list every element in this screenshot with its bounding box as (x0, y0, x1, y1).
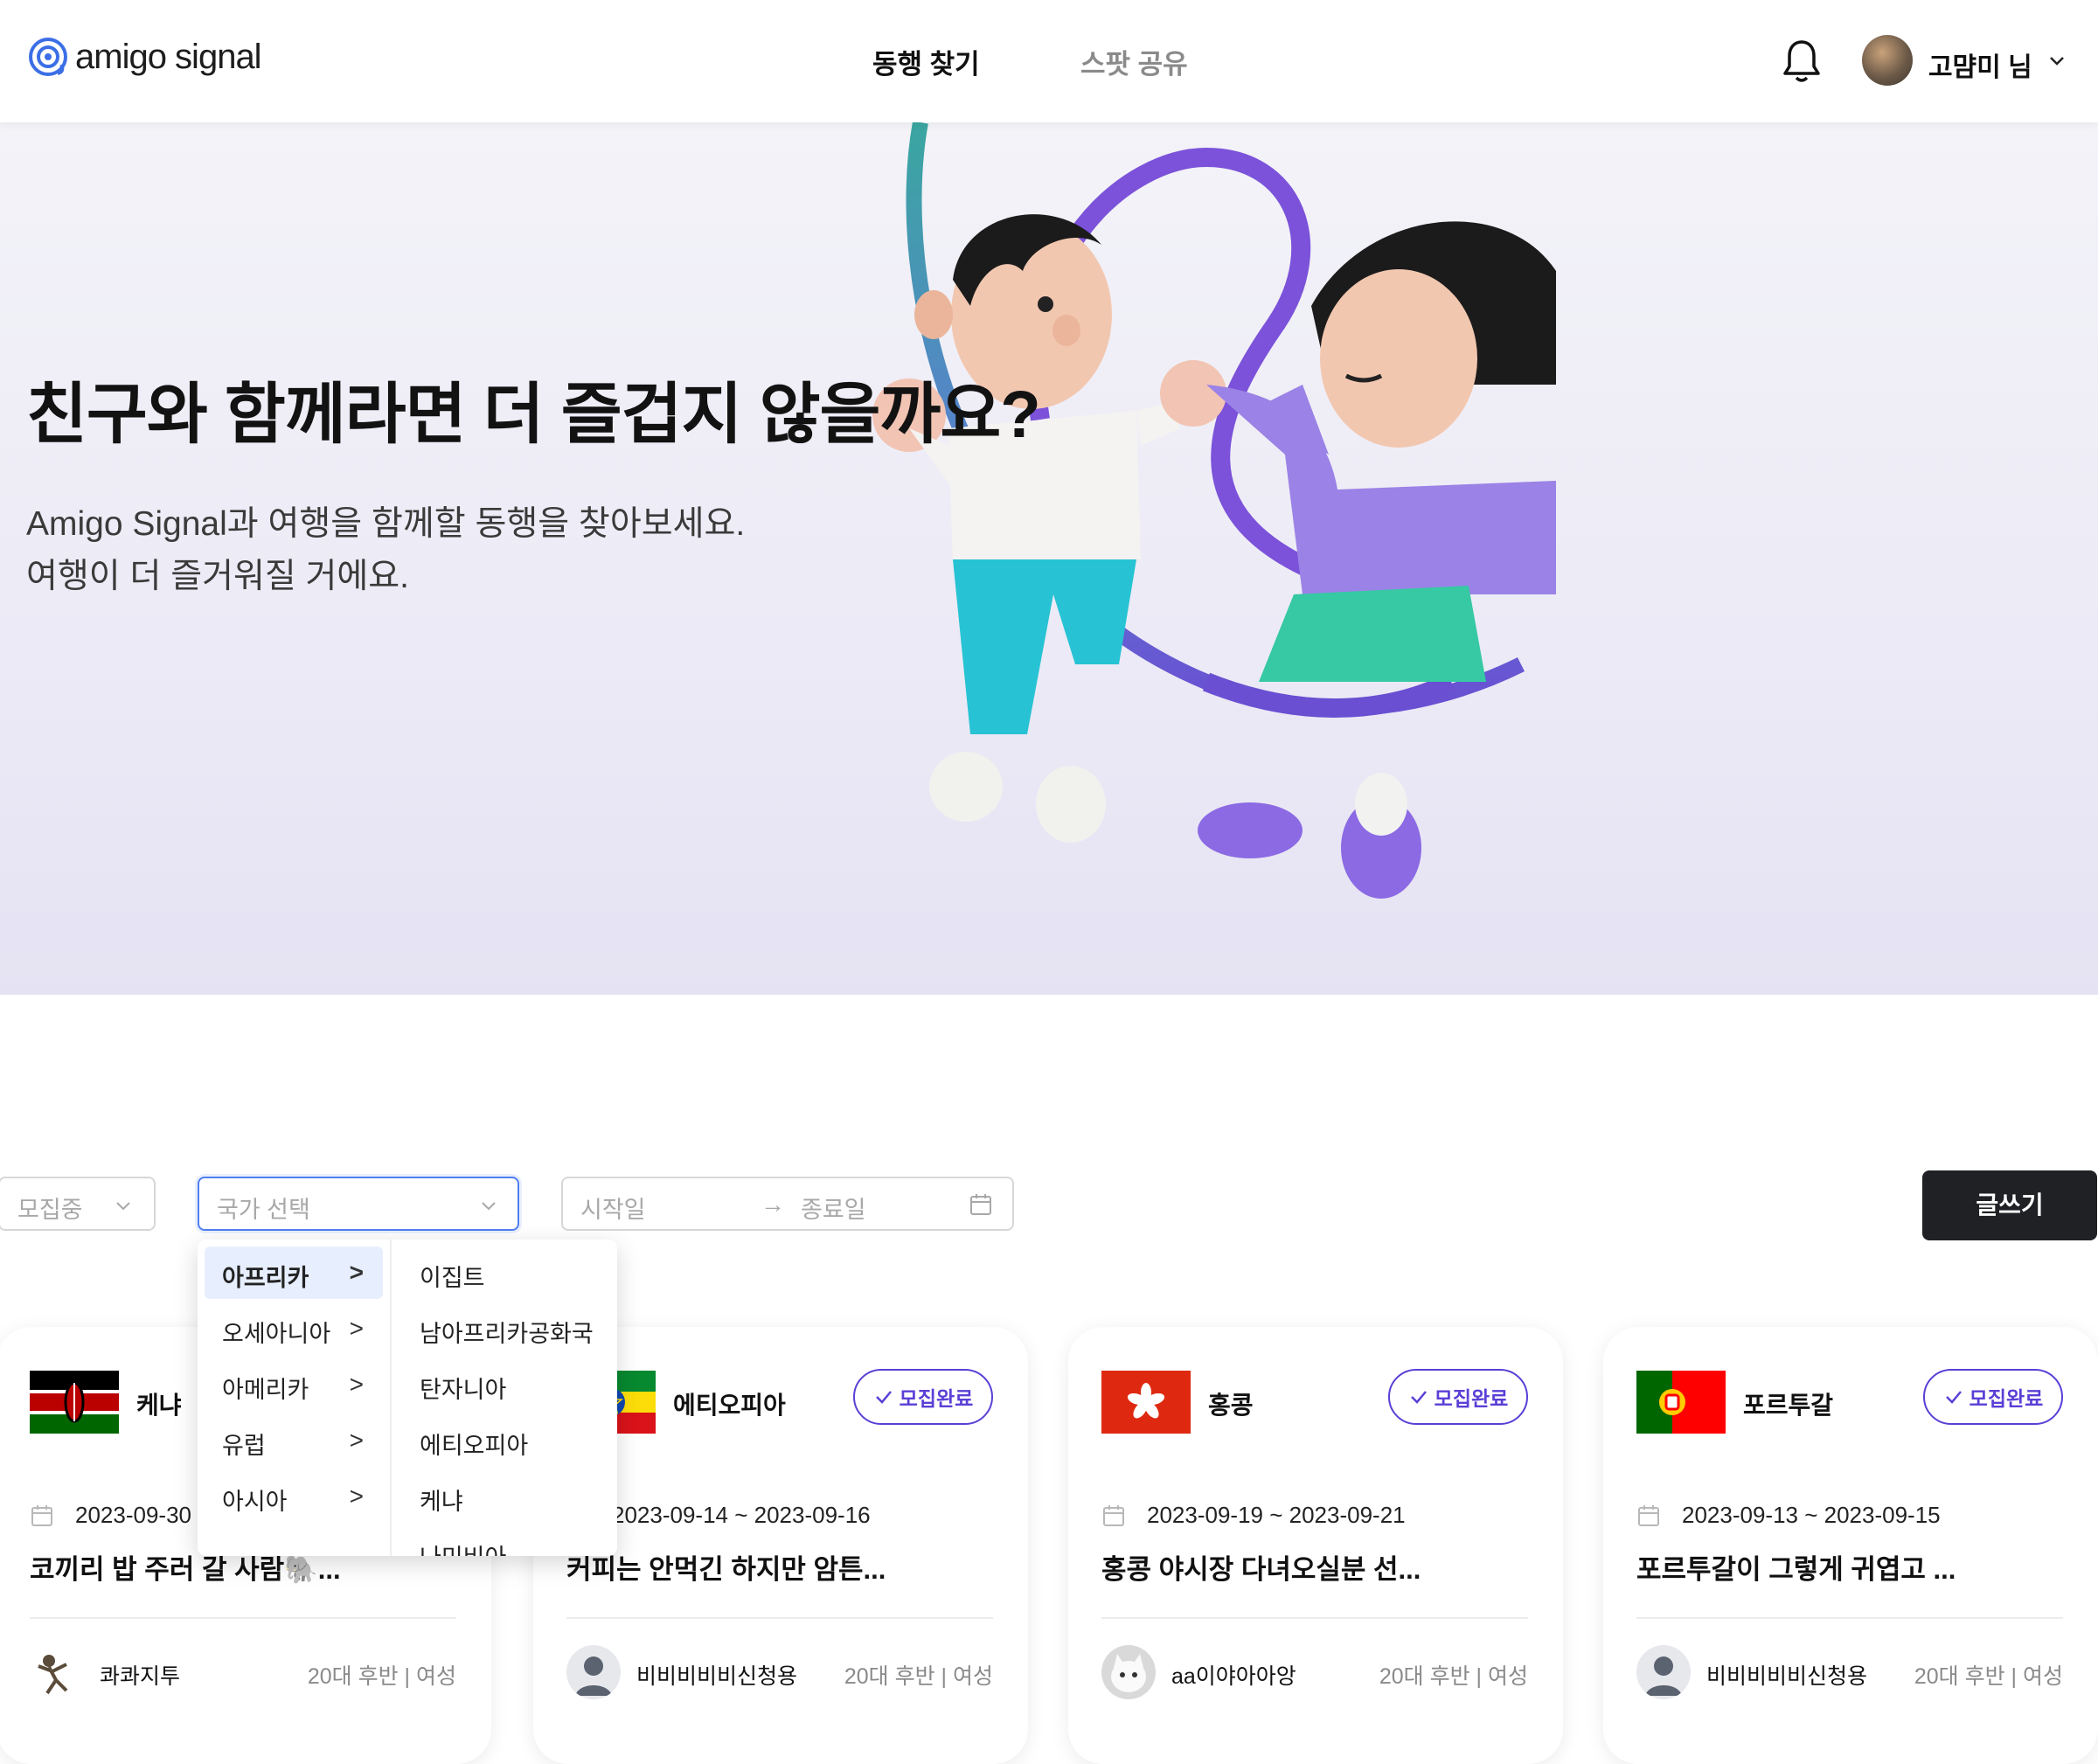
portugal-flag-icon (1636, 1371, 1726, 1434)
date-range-picker[interactable]: 시작일 → 종료일 (561, 1177, 1014, 1231)
country-item-egypt[interactable]: 이집트 (420, 1259, 485, 1293)
recruitment-closed-badge: 모집완료 (1923, 1369, 2063, 1425)
check-icon (1945, 1391, 1962, 1404)
card-divider (1101, 1617, 1528, 1619)
write-post-button[interactable]: 글쓰기 (1922, 1170, 2097, 1240)
author-name: 비비비비비신청용 (1706, 1664, 1868, 1689)
chevron-right-icon: > (349, 1259, 364, 1286)
author-avatar (1101, 1645, 1156, 1699)
country-item-south-africa[interactable]: 남아프리카공화국 (420, 1315, 594, 1349)
author-name: 콰콰지투 (100, 1664, 181, 1689)
card-dates: 2023-09-13 ~ 2023-09-15 (1682, 1502, 1941, 1528)
author-avatar (1636, 1645, 1691, 1699)
check-icon (875, 1391, 892, 1404)
hong-kong-flag-icon (1101, 1371, 1191, 1434)
card-divider (30, 1617, 456, 1619)
card-divider (566, 1617, 993, 1619)
chevron-right-icon: > (349, 1483, 364, 1510)
author-meta: 20대 후반 | 여성 (1379, 1664, 1528, 1689)
region-item-oceania[interactable]: 오세아니아 > (205, 1302, 383, 1355)
region-label: 아메리카 (222, 1377, 309, 1403)
calendar-icon[interactable] (969, 1192, 993, 1217)
hero-subtitle-line-1: Amigo Signal과 여행을 함께할 동행을 찾아보세요. (26, 505, 746, 543)
card-dates: 2023-09-19 ~ 2023-09-21 (1147, 1502, 1406, 1528)
card-country-name: 에티오피아 (673, 1392, 786, 1419)
status-filter-select[interactable]: 모집중 (0, 1177, 156, 1231)
chevron-down-icon[interactable] (2047, 51, 2067, 70)
friends-illustration (872, 122, 1556, 899)
badge-label: 모집완료 (1434, 1387, 1509, 1410)
country-select-placeholder: 국가 선택 (217, 1197, 310, 1223)
region-item-africa[interactable]: 아프리카 > (205, 1247, 383, 1299)
region-label: 아시아 (222, 1489, 288, 1515)
badge-label: 모집완료 (1969, 1387, 2044, 1410)
hero-banner: 친구와 함께라면 더 즐겁지 않을까요? Amigo Signal과 여행을 함… (0, 122, 2098, 995)
kenya-flag-icon (30, 1371, 119, 1434)
chevron-down-icon (482, 1202, 496, 1211)
author-meta: 20대 후반 | 여성 (307, 1664, 456, 1689)
nav-find-companion[interactable]: 동행 찾기 (872, 42, 980, 81)
hero-subtitle-line-2: 여행이 더 즐거워질 거에요. (26, 558, 410, 595)
nav-spot-share[interactable]: 스팟 공유 (1080, 42, 1188, 81)
card-country-name: 케냐 (136, 1392, 182, 1419)
region-item-asia[interactable]: 아시아 > (205, 1470, 383, 1523)
hero-subtitle: Amigo Signal과 여행을 함께할 동행을 찾아보세요. 여행이 더 즐… (26, 498, 745, 603)
country-item-tanzania[interactable]: 탄자니아 (420, 1371, 506, 1405)
end-date-input[interactable]: 종료일 (801, 1191, 866, 1225)
card-country-name: 홍콩 (1208, 1392, 1254, 1419)
post-card[interactable]: 포르투갈 모집완료 2023-09-13 ~ 2023-09-15 포르투갈이 … (1603, 1327, 2098, 1764)
user-name[interactable]: 고먐미 님 (1928, 45, 2032, 84)
country-item-ethiopia[interactable]: 에티오피아 (420, 1427, 528, 1461)
card-dates: 2023-09-30 (75, 1502, 191, 1528)
logo-icon (29, 38, 67, 76)
recruitment-closed-badge: 모집완료 (853, 1369, 993, 1425)
author-meta: 20대 후반 | 여성 (1914, 1664, 2063, 1689)
region-label: 오세아니아 (222, 1321, 331, 1347)
hero-title: 친구와 함께라면 더 즐겁지 않을까요? (26, 378, 1041, 452)
author-name: 비비비비비신청용 (636, 1664, 798, 1689)
country-item-kenya[interactable]: 케냐 (420, 1483, 463, 1517)
region-label: 유럽 (222, 1433, 266, 1459)
notification-bell-icon[interactable] (1782, 38, 1822, 84)
author-name: aa이야아아앙 (1171, 1664, 1296, 1689)
author-avatar (30, 1645, 84, 1699)
region-item-europe[interactable]: 유럽 > (205, 1414, 383, 1467)
calendar-icon (1103, 1505, 1124, 1526)
author-avatar (566, 1645, 621, 1699)
logo-text: amigo signal (75, 37, 262, 76)
region-item-america[interactable]: 아메리카 > (205, 1358, 383, 1411)
chevron-right-icon: > (349, 1427, 364, 1454)
chevron-down-icon (116, 1202, 130, 1211)
top-header: amigo signal 동행 찾기 스팟 공유 고먐미 님 (0, 0, 2098, 122)
region-label: 아프리카 (222, 1265, 309, 1291)
logo[interactable]: amigo signal (26, 35, 262, 79)
card-dates: 2023-09-14 ~ 2023-09-16 (612, 1502, 871, 1528)
region-list: 아프리카 > 오세아니아 > 아메리카 > 유럽 > 아시아 > (198, 1240, 392, 1556)
country-item-namibia[interactable]: 나미비아 (420, 1538, 506, 1556)
status-filter-label: 모집중 (17, 1197, 83, 1223)
card-title[interactable]: 포르투갈이 그렇게 귀엽고 ... (1636, 1547, 1956, 1587)
chevron-right-icon: > (349, 1315, 364, 1342)
card-divider (1636, 1617, 2063, 1619)
country-select[interactable]: 국가 선택 (198, 1177, 519, 1231)
card-country-name: 포르투갈 (1743, 1392, 1834, 1419)
badge-label: 모집완료 (899, 1387, 974, 1410)
recruitment-closed-badge: 모집완료 (1388, 1369, 1528, 1425)
calendar-icon (1638, 1505, 1659, 1526)
arrow-right-icon: → (761, 1191, 785, 1218)
author-meta: 20대 후반 | 여성 (844, 1664, 993, 1689)
calendar-icon (31, 1505, 52, 1526)
country-dropdown-menu: 아프리카 > 오세아니아 > 아메리카 > 유럽 > 아시아 > 이집트 남아프… (198, 1240, 617, 1556)
user-avatar[interactable] (1862, 35, 1913, 86)
start-date-input[interactable]: 시작일 (580, 1191, 646, 1225)
check-icon (1410, 1391, 1427, 1404)
card-title[interactable]: 홍콩 야시장 다녀오실분 선... (1101, 1547, 1421, 1587)
post-card[interactable]: 홍콩 모집완료 2023-09-19 ~ 2023-09-21 홍콩 야시장 다… (1068, 1327, 1563, 1764)
chevron-right-icon: > (349, 1371, 364, 1398)
